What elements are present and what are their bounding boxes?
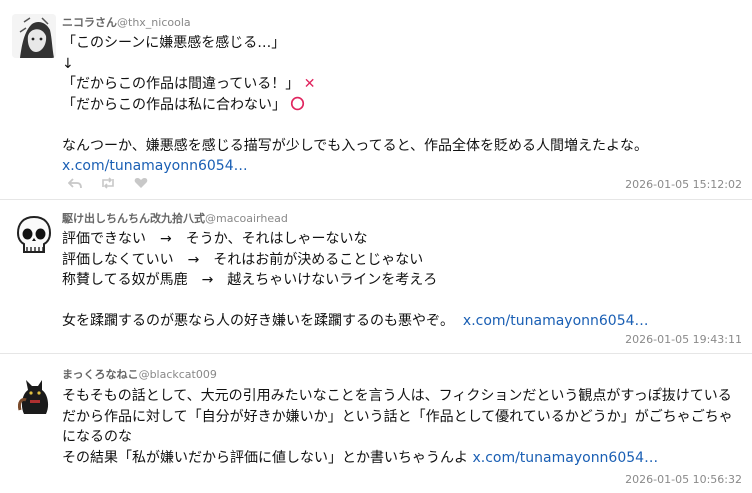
tweet: 駆け出しちんちん改九拾八式@macoairhead 評価できない → そうか、そ… <box>0 200 752 354</box>
tweet-line: 「だからこの作品は間違っている！」 ✕ <box>62 76 316 92</box>
user-name[interactable]: 駆け出しちんちん改九拾八式 <box>62 212 205 225</box>
user-name[interactable]: ニコラさん <box>62 16 117 29</box>
tweet-link-line: x.com/tunamayonn6054… <box>62 156 746 177</box>
tweet-line: 評価できない → そうか、それはしゃーないな <box>62 231 368 247</box>
tweet-line: その結果「私が嫌いだから評価に値しない」とか書いちゃうんよ x.com/tuna… <box>62 449 659 466</box>
tweet-line: そもそもの話として、大元の引用みたいなことを言う人は、フィクションだという観点が… <box>62 388 732 404</box>
user-handle[interactable]: @blackcat009 <box>139 368 217 381</box>
skull-avatar-icon <box>12 214 56 258</box>
tweet-text: 評価できない → そうか、それはしゃーないな 評価しなくていい → それはお前が… <box>62 229 746 332</box>
tweet-text: そもそもの話として、大元の引用みたいなことを言う人は、フィクションだという観点が… <box>62 386 746 468</box>
tweet-line: 「だからこの作品は私に合わない」 〇 <box>62 96 305 113</box>
tweet-header: まっくろなねこ@blackcat009 <box>62 366 217 382</box>
tweet-line <box>62 115 746 136</box>
tweet-header: ニコラさん@thx_nicoola <box>62 14 191 30</box>
tweet-link[interactable]: x.com/tunamayonn6054… <box>472 450 658 466</box>
circle-mark-icon: 〇 <box>290 96 305 113</box>
tweet-line: 「このシーンに嫌悪感を感じる…」 <box>62 35 286 51</box>
tweet-line <box>62 291 746 312</box>
tweet-line: になるのな <box>62 429 132 445</box>
reply-icon[interactable] <box>68 177 82 189</box>
tweet-link[interactable]: x.com/tunamayonn6054… <box>463 313 649 329</box>
tweet-link[interactable]: x.com/tunamayonn6054… <box>62 158 248 174</box>
cross-mark-icon: ✕ <box>303 76 316 92</box>
tweet-line: なんつーか、嫌悪感を感じる描写が少しでも入ってると、作品全体を貶める人間増えたよ… <box>62 137 649 154</box>
tweet-timestamp[interactable]: 2026-01-05 15:12:02 <box>625 178 742 191</box>
tweet-line: ↓ <box>62 55 74 72</box>
user-handle[interactable]: @thx_nicoola <box>117 16 191 29</box>
cat-avatar-icon <box>12 372 56 416</box>
tweet-timestamp[interactable]: 2026-01-05 19:43:11 <box>625 333 742 346</box>
avatar[interactable] <box>12 14 56 58</box>
tweet-line: だから作品に対して「自分が好きか嫌いか」という話と「作品として優れているかどうか… <box>62 408 733 425</box>
tweet-timestamp[interactable]: 2026-01-05 10:56:32 <box>625 473 742 486</box>
tweet-actions <box>68 177 148 189</box>
tweet-line: 女を蹂躙するのが悪なら人の好き嫌いを蹂躙するのも悪やぞ。 x.com/tunam… <box>62 313 649 329</box>
tweet: ニコラさん@thx_nicoola 「このシーンに嫌悪感を感じる…」 ↓ 「だか… <box>0 0 752 200</box>
user-avatar-icon <box>12 14 56 58</box>
retweet-icon[interactable] <box>100 177 116 189</box>
tweet: まっくろなねこ@blackcat009 そもそもの話として、大元の引用みたいなこ… <box>0 354 752 493</box>
user-handle[interactable]: @macoairhead <box>205 212 288 225</box>
avatar[interactable] <box>12 214 56 258</box>
tweet-header: 駆け出しちんちん改九拾八式@macoairhead <box>62 210 288 226</box>
like-icon[interactable] <box>134 177 148 189</box>
tweet-text: 「このシーンに嫌悪感を感じる…」 ↓ 「だからこの作品は間違っている！」 ✕ 「… <box>62 33 746 177</box>
tweet-line: 称賛してる奴が馬鹿 → 越えちゃいけないラインを考えろ <box>62 272 438 288</box>
tweet-line: 評価しなくていい → それはお前が決めることじゃない <box>62 251 424 268</box>
user-name[interactable]: まっくろなねこ <box>62 368 139 381</box>
avatar[interactable] <box>12 372 56 416</box>
